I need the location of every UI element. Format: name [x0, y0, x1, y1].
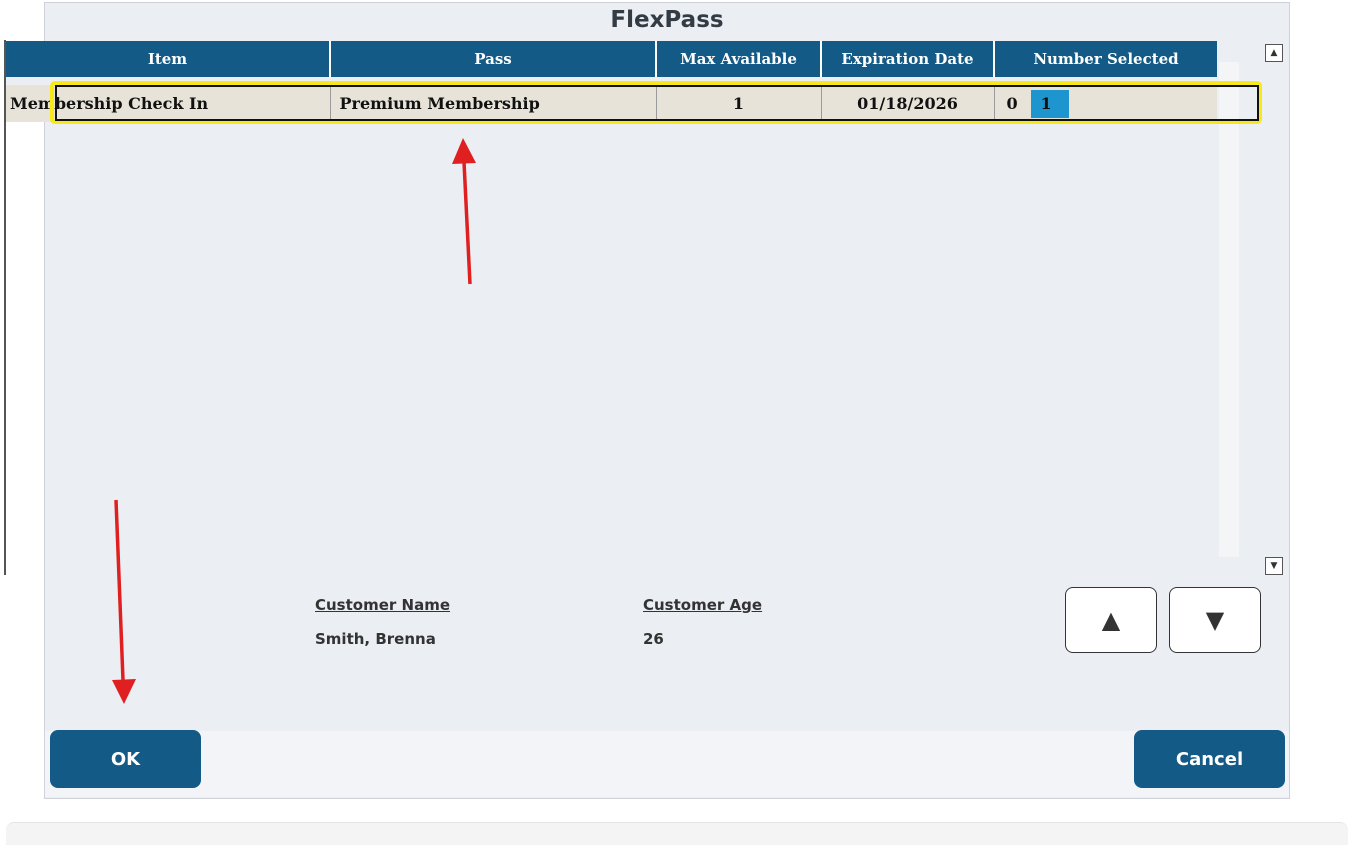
customer-name-value: Smith, Brenna	[315, 630, 436, 648]
scroll-up-glyph: ▲	[1270, 48, 1278, 58]
customer-age-value: 26	[643, 630, 664, 648]
customer-age-label: Customer Age	[643, 596, 763, 614]
scroll-up-icon[interactable]: ▲	[1265, 44, 1283, 62]
customer-name-label: Customer Name	[315, 596, 450, 614]
cell-pass: Premium Membership	[330, 85, 657, 122]
column-header-expiration-date[interactable]: Expiration Date	[821, 41, 995, 77]
number-option-0[interactable]: 0	[995, 94, 1031, 113]
grid-header-row: Item Pass Max Available Expiration Date …	[6, 41, 1217, 77]
column-header-pass[interactable]: Pass	[330, 41, 657, 77]
column-header-max-available[interactable]: Max Available	[656, 41, 822, 77]
grid-scrollbar-track[interactable]	[1219, 62, 1239, 557]
page-down-button[interactable]: ▼	[1169, 587, 1261, 653]
column-header-number-selected[interactable]: Number Selected	[994, 41, 1217, 77]
number-option-1-selected[interactable]: 1	[1030, 89, 1069, 118]
cancel-button[interactable]: Cancel	[1134, 730, 1285, 788]
cell-expiration-date: 01/18/2026	[821, 85, 995, 122]
cell-item: Membership Check In	[6, 85, 331, 122]
cell-number-selected: 01	[994, 85, 1217, 122]
triangle-down-icon: ▼	[1205, 606, 1225, 634]
page-up-button[interactable]: ▲	[1065, 587, 1157, 653]
button-bar	[45, 731, 1289, 797]
table-row[interactable]: Membership Check In Premium Membership 1…	[6, 85, 1217, 122]
scroll-down-glyph: ▼	[1270, 561, 1278, 571]
bottom-panel	[6, 822, 1348, 845]
grid-area	[50, 43, 1287, 578]
triangle-up-icon: ▲	[1101, 606, 1121, 634]
cell-max-available: 1	[656, 85, 822, 122]
dialog-title: FlexPass	[610, 7, 724, 33]
column-header-item[interactable]: Item	[6, 41, 331, 77]
scroll-down-icon[interactable]: ▼	[1265, 557, 1283, 575]
ok-button[interactable]: OK	[50, 730, 201, 788]
pass-grid: Item Pass Max Available Expiration Date …	[6, 41, 1217, 122]
